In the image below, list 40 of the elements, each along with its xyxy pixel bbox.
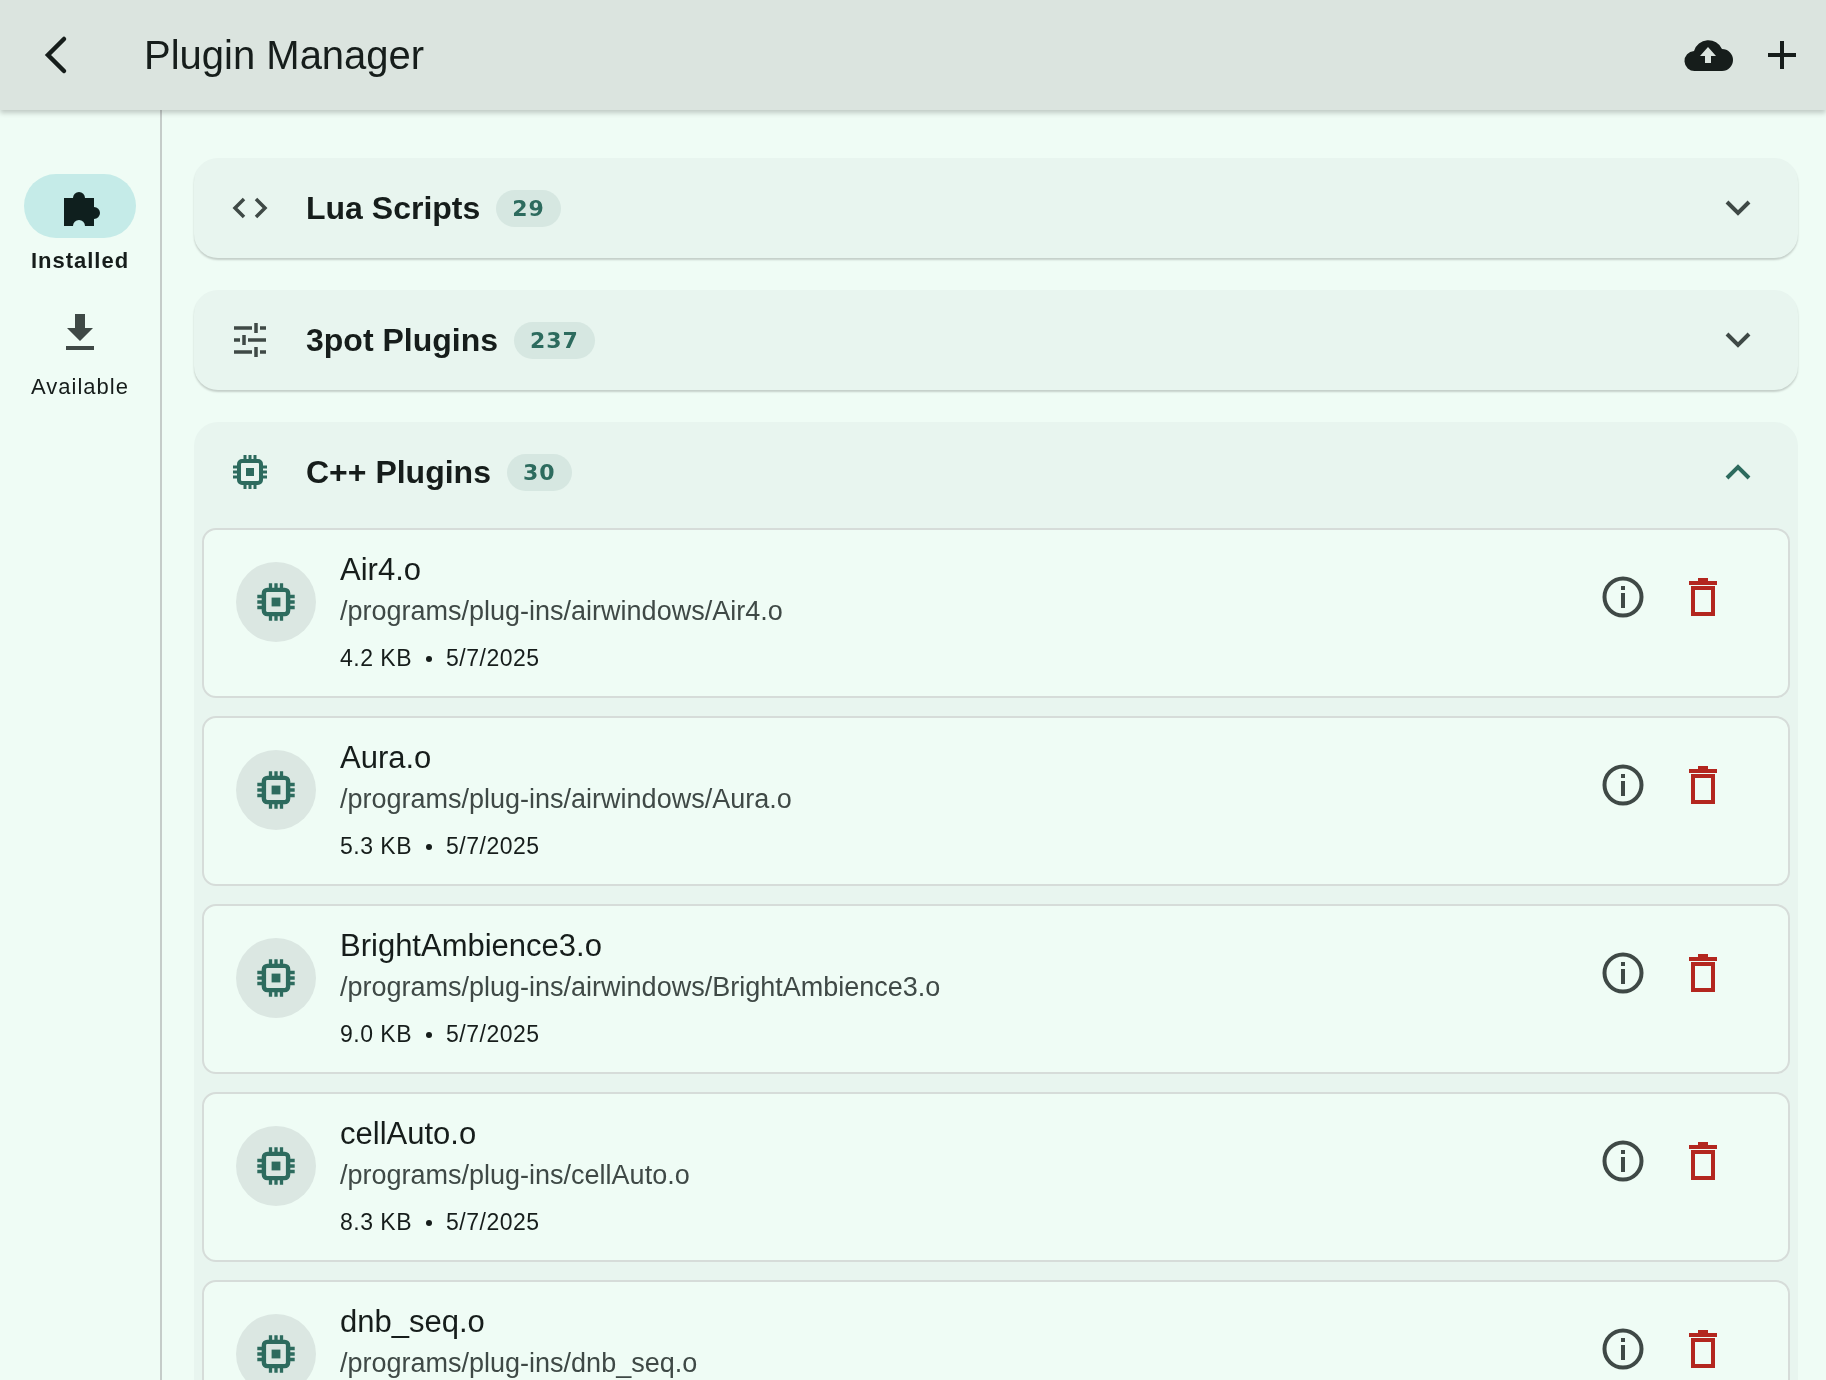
file-size: 9.0 KB <box>340 1021 413 1048</box>
file-size: 8.3 KB <box>340 1209 413 1236</box>
chip-icon <box>230 452 270 492</box>
separator-dot <box>426 655 433 662</box>
separator-dot <box>426 1031 433 1038</box>
separator-dot <box>426 843 433 850</box>
plugin-path: /programs/plug-ins/airwindows/Aura.o <box>340 784 793 815</box>
file-date: 5/7/2025 <box>446 1209 540 1236</box>
separator-dot <box>426 1219 433 1226</box>
plugin-name: dnb_seq.o <box>340 1304 486 1340</box>
chevron-icon[interactable] <box>1723 198 1753 218</box>
plugin-name: Aura.o <box>340 740 433 776</box>
chip-icon <box>254 768 298 812</box>
chevron-icon[interactable] <box>1723 330 1753 350</box>
chevron-icon[interactable] <box>1723 462 1753 482</box>
chip-icon <box>254 580 298 624</box>
plugin-name: Air4.o <box>340 552 422 588</box>
count-badge: 29 <box>496 189 561 227</box>
plugin-path: /programs/plug-ins/dnb_seq.o <box>340 1348 699 1379</box>
count-badge: 237 <box>514 321 595 359</box>
plus-icon[interactable] <box>1766 39 1798 71</box>
section-title: Lua Scripts <box>306 189 481 227</box>
plugin-path: /programs/plug-ins/airwindows/BrightAmbience3.o <box>340 972 942 1003</box>
section-title: C++ Plugins <box>306 453 491 491</box>
plugin-path: /programs/plug-ins/airwindows/Air4.o <box>340 596 784 627</box>
file-date: 5/7/2025 <box>446 1021 540 1048</box>
file-date: 5/7/2025 <box>446 833 540 860</box>
section-title: 3pot Plugins <box>306 321 498 359</box>
plugin-name: cellAuto.o <box>340 1116 478 1152</box>
plugin-name: BrightAmbience3.o <box>340 928 603 964</box>
file-size: 4.2 KB <box>340 645 413 672</box>
chip-icon <box>254 1332 298 1376</box>
nav-item[interactable]: Available <box>24 300 136 400</box>
file-date: 5/7/2025 <box>446 645 540 672</box>
count-badge: 30 <box>506 453 572 491</box>
file-size: 5.3 KB <box>340 833 413 860</box>
page-title: Plugin Manager <box>144 32 426 78</box>
chip-icon <box>254 1144 298 1188</box>
plugin-path: /programs/plug-ins/cellAuto.o <box>340 1160 691 1191</box>
chip-icon <box>254 956 298 1000</box>
